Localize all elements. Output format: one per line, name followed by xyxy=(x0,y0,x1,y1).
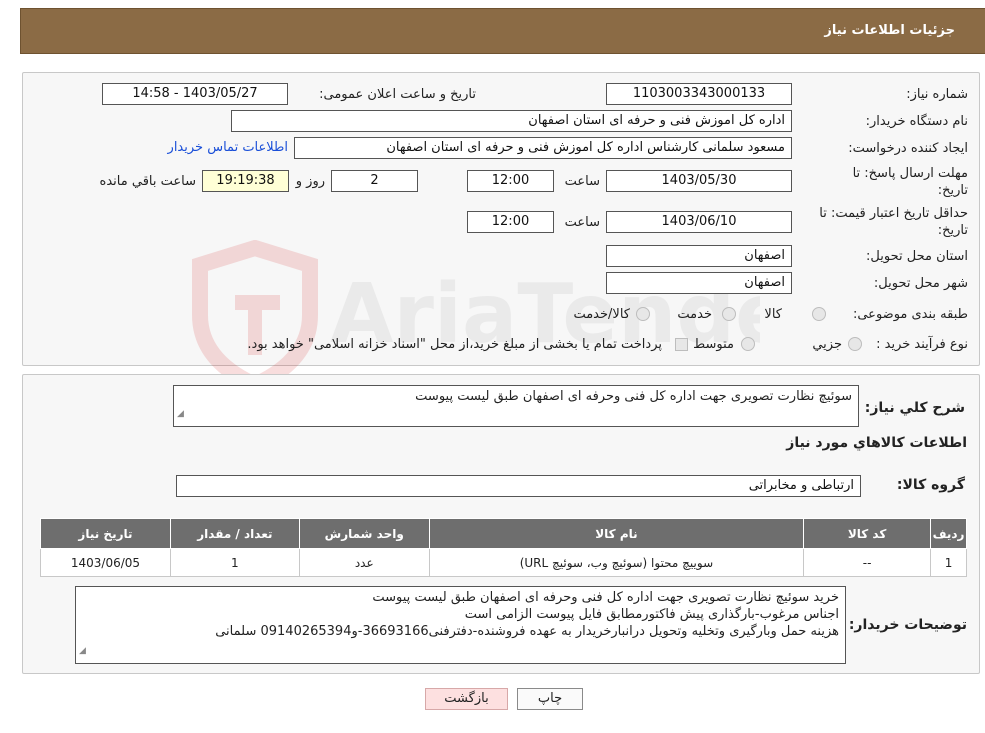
buyer-notes-field: خرید سوئیچ نظارت تصویری جهت اداره کل فنی… xyxy=(75,586,846,664)
deadline-time-label: ساعت xyxy=(564,174,600,189)
province-field: اصفهان xyxy=(606,245,792,267)
buyer-contact-link[interactable]: اطلاعات تماس خریدار xyxy=(168,140,288,155)
process-medium-radio[interactable] xyxy=(741,337,755,351)
description-field: سوئیچ نظارت تصویری جهت اداره کل فنی وحرف… xyxy=(173,385,859,427)
payment-note: پرداخت تمام یا بخشی از مبلغ خرید،از محل … xyxy=(247,337,662,352)
goods-group-label: گروه کالا: xyxy=(896,477,965,493)
page-header: جزئیات اطلاعات نیاز xyxy=(20,8,985,54)
days-label: روز و xyxy=(295,174,325,189)
buyer-notes-line: خرید سوئیچ نظارت تصویری جهت اداره کل فنی… xyxy=(372,590,839,605)
col-unit-header: واحد شمارش xyxy=(298,518,430,549)
goods-table-wrap: رديف کد کالا نام کالا واحد شمارش تعداد /… xyxy=(40,518,967,577)
col-name-header: نام کالا xyxy=(428,518,805,549)
col-qty-header: تعداد / مقدار xyxy=(169,518,300,549)
deadline-date-field: 1403/05/30 xyxy=(606,170,792,192)
goods-section-title: اطلاعات کالاهاي مورد نياز xyxy=(786,435,967,451)
creator-label: ایجاد کننده درخواست: xyxy=(848,141,968,156)
need-number-label: شماره نیاز: xyxy=(906,87,968,102)
announce-label: تاریخ و ساعت اعلان عمومی: xyxy=(319,87,476,102)
category-goods-radio[interactable] xyxy=(812,307,826,321)
validity-time-field: 12:00 xyxy=(467,211,554,233)
category-goods-label: کالا xyxy=(764,307,782,322)
city-label: شهر محل تحویل: xyxy=(873,276,968,291)
buyer-label: نام دستگاه خریدار: xyxy=(865,114,968,129)
goods-group-field: ارتباطی و مخابراتی xyxy=(176,475,861,497)
announce-datetime-field: 1403/05/27 - 14:58 xyxy=(102,83,288,105)
goods-table-header-row: رديف کد کالا نام کالا واحد شمارش تعداد /… xyxy=(40,518,967,549)
resize-grip-icon[interactable]: ◢ xyxy=(79,643,86,660)
treasury-payment-checkbox[interactable] xyxy=(675,338,688,351)
deadline-time-field: 12:00 xyxy=(467,170,554,192)
col-code-header: کد کالا xyxy=(803,518,932,549)
description-text: سوئیچ نظارت تصویری جهت اداره کل فنی وحرف… xyxy=(415,389,852,404)
print-button[interactable]: چاپ xyxy=(517,688,583,710)
need-number-field: 1103003343000133 xyxy=(606,83,792,105)
remaining-label: ساعت باقي مانده xyxy=(99,174,196,189)
category-service-label: خدمت xyxy=(677,307,712,322)
cell-row: 1 xyxy=(930,548,967,577)
category-goods-service-radio[interactable] xyxy=(636,307,650,321)
city-field: اصفهان xyxy=(606,272,792,294)
cell-date: 1403/06/05 xyxy=(40,548,171,577)
validity-label: حداقل تاریخ اعتبار قیمت: تا xyxy=(819,206,968,221)
buyer-field: اداره کل اموزش فنی و حرفه ای استان اصفها… xyxy=(231,110,792,132)
remaining-time-field: 19:19:38 xyxy=(202,170,289,192)
category-service-radio[interactable] xyxy=(722,307,736,321)
category-label: طبقه بندی موضوعی: xyxy=(852,307,968,322)
process-label: نوع فرآیند خرید : xyxy=(876,337,968,352)
days-field: 2 xyxy=(331,170,418,192)
validity-time-label: ساعت xyxy=(564,215,600,230)
cell-unit: عدد xyxy=(298,548,430,577)
validity-label-date: تاریخ: xyxy=(937,223,968,238)
buyer-notes-line: اجناس مرغوب-بارگذاری پیش فاکتورمطابق فای… xyxy=(464,607,839,622)
validity-date-field: 1403/06/10 xyxy=(606,211,792,233)
cell-code: -- xyxy=(803,548,932,577)
col-date-header: تاریخ نیاز xyxy=(40,518,171,549)
buyer-notes-label: توضیحات خریدار: xyxy=(848,617,967,633)
deadline-label: مهلت ارسال پاسخ: تا xyxy=(852,166,968,181)
cell-name: سوییچ محتوا (سوئیچ وب، سوئیچ URL) xyxy=(428,548,805,577)
page-title: جزئیات اطلاعات نیاز xyxy=(824,23,955,38)
cell-qty: 1 xyxy=(169,548,300,577)
goods-table: رديف کد کالا نام کالا واحد شمارش تعداد /… xyxy=(40,518,967,577)
table-row: 1 -- سوییچ محتوا (سوئیچ وب، سوئیچ URL) ع… xyxy=(40,548,967,577)
province-label: استان محل تحویل: xyxy=(866,249,968,264)
buyer-notes-line: هزینه حمل وبارگیری وتخلیه وتحویل درانبار… xyxy=(215,624,839,639)
back-button[interactable]: بازگشت xyxy=(425,688,508,710)
category-goods-service-label: کالا/خدمت xyxy=(573,307,630,322)
deadline-label-date: تاریخ: xyxy=(937,183,968,198)
process-minor-radio[interactable] xyxy=(848,337,862,351)
process-minor-label: جزيي xyxy=(812,337,842,352)
description-label: شرح کلي نياز: xyxy=(864,400,965,416)
creator-field: مسعود سلمانی کارشناس اداره کل اموزش فنی … xyxy=(294,137,792,159)
col-row-header: رديف xyxy=(930,518,967,549)
process-medium-label: متوسط xyxy=(693,337,734,352)
resize-grip-icon[interactable]: ◢ xyxy=(177,406,184,423)
